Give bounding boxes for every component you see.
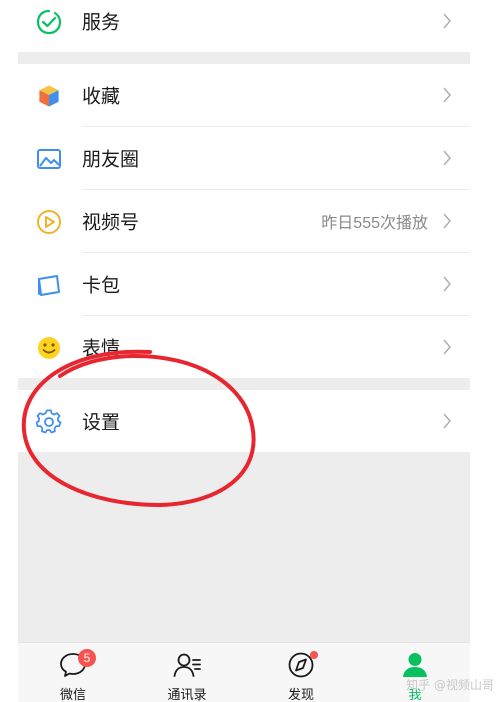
unread-badge: 5: [78, 649, 96, 667]
channels-play-icon: [37, 210, 61, 234]
menu-label-cards: 卡包: [82, 275, 121, 297]
tab-label-chats: 微信: [59, 687, 86, 702]
tab-discover[interactable]: 发现: [256, 643, 346, 702]
menu-item-services[interactable]: 服务: [18, 0, 470, 52]
watermark: 知乎 @视频山哥: [406, 678, 494, 692]
tab-label-contacts: 通讯录: [167, 687, 207, 702]
card-wallet-icon: [38, 275, 60, 296]
chevron-right-icon: [443, 276, 452, 292]
bottom-tab-bar: 5 微信 通讯录 发现 我: [18, 642, 470, 702]
smiley-icon: [38, 337, 60, 359]
menu-item-settings[interactable]: 设置: [18, 390, 470, 452]
chevron-right-icon: [443, 413, 452, 429]
chevron-right-icon: [443, 150, 452, 166]
section-gap: [18, 378, 470, 390]
menu-item-channels[interactable]: 视频号 昨日555次播放: [18, 190, 470, 252]
person-icon: [403, 653, 427, 677]
me-page: 服务 收藏 朋友圈 视频号 昨日555次播放 卡包 表情 设置 5 微信 通讯录…: [18, 0, 470, 702]
menu-label-favorites: 收藏: [82, 86, 121, 108]
gear-icon: [36, 409, 62, 434]
menu-label-channels: 视频号: [82, 212, 140, 234]
menu-label-settings: 设置: [82, 412, 121, 434]
menu-item-stickers[interactable]: 表情: [18, 316, 470, 378]
menu-label-services: 服务: [82, 12, 121, 34]
section-gap: [18, 52, 470, 64]
menu-label-moments: 朋友圈: [82, 149, 140, 171]
menu-item-cards[interactable]: 卡包: [18, 253, 470, 315]
chevron-right-icon: [443, 213, 452, 229]
favorites-cube-icon: [38, 84, 60, 108]
contacts-icon: [173, 653, 201, 677]
tab-me[interactable]: 我: [370, 643, 460, 702]
services-icon: [36, 9, 62, 35]
chevron-right-icon: [443, 339, 452, 355]
tab-chats[interactable]: 5 微信: [28, 643, 118, 702]
channels-play-count: 昨日555次播放: [321, 215, 428, 232]
tab-contacts[interactable]: 通讯录: [142, 643, 232, 702]
menu-label-stickers: 表情: [82, 338, 121, 360]
chevron-right-icon: [443, 87, 452, 103]
new-indicator-dot: [310, 651, 318, 659]
menu-item-favorites[interactable]: 收藏: [18, 64, 470, 126]
empty-background: [18, 452, 470, 642]
menu-item-moments[interactable]: 朋友圈: [18, 127, 470, 189]
chevron-right-icon: [443, 13, 452, 29]
tab-label-discover: 发现: [287, 687, 314, 702]
moments-image-icon: [37, 149, 61, 169]
